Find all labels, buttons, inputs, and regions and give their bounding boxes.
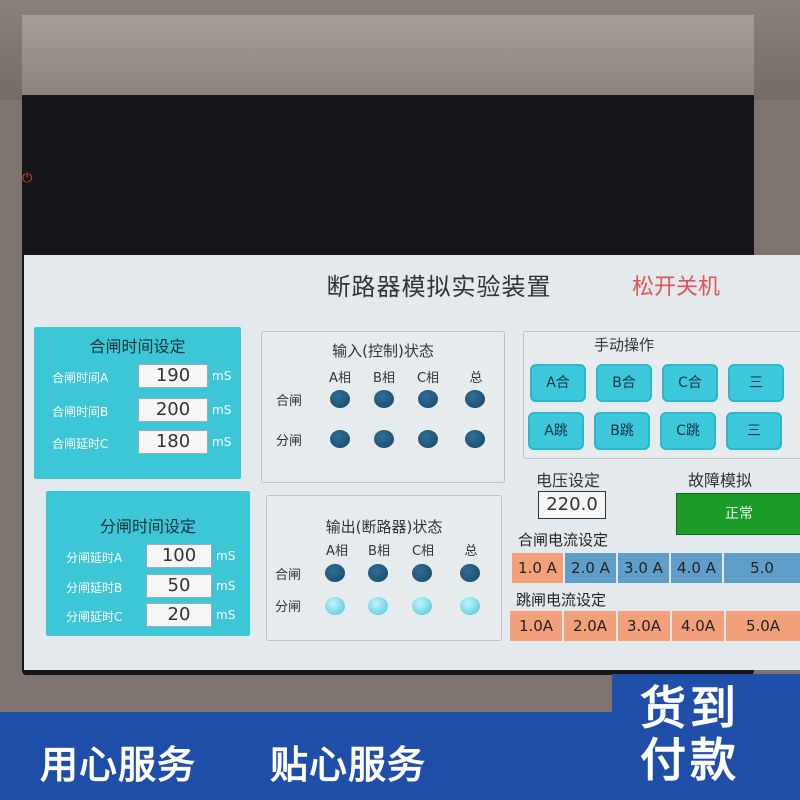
- output-status-title: 输出(断路器)状态: [325, 518, 443, 536]
- input-open-c-lamp: [418, 430, 438, 448]
- input-status-title: 输入(控制)状态: [332, 342, 434, 360]
- trip-current-2a[interactable]: 2.0A: [564, 611, 616, 641]
- input-row-open: 分闸: [276, 434, 303, 449]
- close-c-button[interactable]: C合: [662, 364, 718, 402]
- output-close-total-lamp: [460, 564, 480, 582]
- output-open-c-lamp: [412, 597, 432, 615]
- slogan-attentive-service: 用心服务: [40, 743, 197, 787]
- close-current-3a[interactable]: 3.0 A: [618, 553, 669, 583]
- input-close-total-lamp: [465, 390, 485, 408]
- manual-operation-title: 手动操作: [593, 336, 654, 354]
- output-col-a: A相: [326, 544, 348, 559]
- open-time-panel: 分闸时间设定 分闸延时A 100 mS 分闸延时B 50 mS 分闸延时C 20…: [46, 491, 250, 636]
- trip-current-label: 跳闸电流设定: [516, 591, 607, 609]
- close-b-button[interactable]: B合: [596, 364, 652, 402]
- fault-sim-label: 故障模拟: [688, 471, 753, 490]
- close-time-a-input[interactable]: 190: [138, 364, 208, 388]
- close-delay-c-label: 合闸延时C: [52, 437, 109, 451]
- badge-line-1: 货到: [640, 681, 740, 735]
- page-title: 断路器模拟实验装置: [326, 273, 552, 301]
- close-delay-c-unit: mS: [212, 435, 232, 449]
- close-time-a-label: 合闸时间A: [52, 371, 109, 385]
- close-time-b-label: 合闸时间B: [52, 405, 109, 419]
- close-time-b-unit: mS: [212, 403, 232, 417]
- close-time-b-input[interactable]: 200: [138, 398, 208, 422]
- output-row-open: 分闸: [275, 600, 302, 615]
- trip-current-5a[interactable]: 5.0A: [726, 611, 800, 641]
- trip-a-button[interactable]: A跳: [528, 412, 584, 450]
- close-current-4a[interactable]: 4.0 A: [671, 553, 722, 583]
- open-delay-b-label: 分闸延时B: [66, 581, 123, 595]
- input-col-c: C相: [416, 371, 440, 386]
- output-col-c: C相: [411, 544, 435, 559]
- trip-current-4a[interactable]: 4.0A: [672, 611, 724, 641]
- open-delay-a-input[interactable]: 100: [146, 544, 212, 568]
- close-delay-c-input[interactable]: 180: [138, 430, 208, 454]
- voltage-label: 电压设定: [536, 471, 601, 490]
- manual-operation-frame: 手动操作 A合 B合 C合 三 A跳 B跳 C跳 三: [523, 331, 800, 459]
- input-open-total-lamp: [465, 430, 485, 448]
- open-delay-c-input[interactable]: 20: [146, 603, 212, 627]
- voltage-input[interactable]: 220.0: [538, 491, 606, 519]
- shutdown-button[interactable]: 松开关机: [632, 269, 720, 301]
- open-delay-c-unit: mS: [216, 608, 236, 622]
- input-col-a: A相: [329, 371, 351, 386]
- input-status-frame: 输入(控制)状态 A相 B相 C相 总 合闸 分闸: [261, 331, 505, 483]
- output-open-a-lamp: [325, 597, 345, 615]
- trip-b-button[interactable]: B跳: [594, 412, 650, 450]
- output-close-b-lamp: [368, 564, 388, 582]
- output-open-total-lamp: [460, 597, 480, 615]
- open-delay-b-input[interactable]: 50: [146, 574, 212, 598]
- trip-c-button[interactable]: C跳: [660, 412, 716, 450]
- output-row-close: 合闸: [275, 568, 302, 583]
- input-row-close: 合闸: [276, 394, 303, 409]
- input-open-b-lamp: [374, 430, 394, 448]
- output-close-a-lamp: [325, 564, 345, 582]
- power-icon[interactable]: ⏻: [22, 172, 36, 186]
- input-open-a-lamp: [330, 430, 350, 448]
- open-delay-c-label: 分闸延时C: [66, 610, 123, 624]
- input-col-total: 总: [469, 371, 483, 386]
- open-time-title: 分闸时间设定: [99, 517, 196, 536]
- close-current-5a[interactable]: 5.0: [724, 553, 800, 583]
- device-top: [22, 15, 754, 95]
- trip-current-3a[interactable]: 3.0A: [618, 611, 670, 641]
- output-status-frame: 输出(断路器)状态 A相 B相 C相 总 合闸 分闸: [266, 495, 502, 641]
- output-open-b-lamp: [368, 597, 388, 615]
- trip-three-phase-button[interactable]: 三: [726, 412, 782, 450]
- close-current-2a[interactable]: 2.0 A: [565, 553, 616, 583]
- input-close-c-lamp: [418, 390, 438, 408]
- close-time-a-unit: mS: [212, 369, 232, 383]
- slogan-caring-service: 贴心服务: [270, 743, 427, 787]
- close-a-button[interactable]: A合: [530, 364, 586, 402]
- close-three-phase-button[interactable]: 三: [728, 364, 784, 402]
- open-delay-a-label: 分闸延时A: [66, 551, 123, 565]
- hmi-screen: 断路器模拟实验装置 松开关机 合闸时间设定 合闸时间A 190 mS 合闸时间B…: [24, 255, 800, 670]
- close-current-1a[interactable]: 1.0 A: [512, 553, 563, 583]
- close-time-title: 合闸时间设定: [89, 337, 186, 356]
- fault-normal-button[interactable]: 正常: [676, 493, 800, 535]
- input-close-b-lamp: [374, 390, 394, 408]
- open-delay-b-unit: mS: [216, 579, 236, 593]
- close-current-label: 合闸电流设定: [518, 531, 609, 549]
- input-close-a-lamp: [330, 390, 350, 408]
- badge-line-2: 付款: [640, 733, 740, 787]
- output-col-total: 总: [464, 544, 478, 559]
- open-delay-a-unit: mS: [216, 549, 236, 563]
- output-col-b: B相: [368, 544, 390, 559]
- close-time-panel: 合闸时间设定 合闸时间A 190 mS 合闸时间B 200 mS 合闸延时C 1…: [34, 327, 241, 479]
- trip-current-1a[interactable]: 1.0A: [510, 611, 562, 641]
- input-col-b: B相: [373, 371, 395, 386]
- output-close-c-lamp: [412, 564, 432, 582]
